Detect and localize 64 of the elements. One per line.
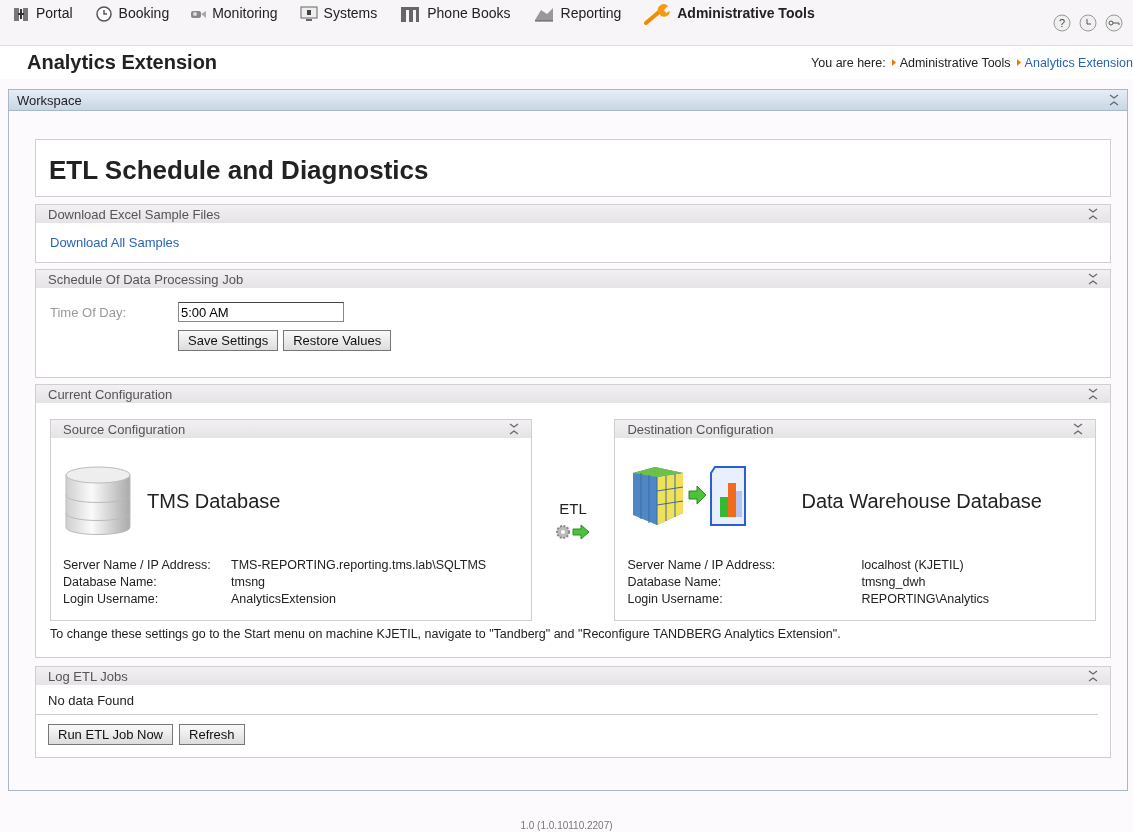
database-name-title: Data Warehouse Database bbox=[801, 489, 1042, 513]
help-icon[interactable]: ? bbox=[1053, 14, 1071, 32]
collapse-icon[interactable] bbox=[1073, 423, 1083, 435]
instruction-text: To change these settings go to the Start menu on machine KJETIL, navigate to "Tandberg" and "Reconfigure TANDBERG Analytics Extension". bbox=[50, 627, 842, 641]
breadcrumb-link[interactable]: Analytics Extension bbox=[1024, 55, 1133, 70]
collapse-icon[interactable] bbox=[1109, 94, 1119, 106]
page-title: Analytics Extension bbox=[27, 51, 218, 74]
section-title: Current Configuration bbox=[48, 386, 173, 402]
caret-icon bbox=[891, 59, 896, 66]
breadcrumb-link[interactable]: Administrative Tools bbox=[899, 55, 1011, 70]
workspace-title: Workspace bbox=[17, 92, 82, 108]
clock-icon bbox=[94, 5, 113, 24]
download-link[interactable]: Download All Samples bbox=[50, 235, 180, 250]
wrench-icon bbox=[643, 3, 672, 26]
collapse-icon[interactable] bbox=[1088, 208, 1098, 220]
field-value: REPORTING\Analytics bbox=[861, 592, 991, 606]
field-label: Server Name / IP Address: bbox=[63, 558, 212, 572]
field-value: localhost (KJETIL) bbox=[861, 558, 965, 572]
nav-tab[interactable]: Portal bbox=[12, 5, 73, 21]
main-title: ETL Schedule and Diagnostics bbox=[35, 139, 1111, 197]
panel-title: Destination Configuration bbox=[627, 421, 774, 437]
book-icon bbox=[399, 5, 422, 24]
database-name-title: TMS Database bbox=[147, 489, 281, 513]
key-icon[interactable] bbox=[1105, 14, 1123, 32]
nav-tab[interactable]: Systems bbox=[299, 5, 378, 21]
breadcrumb-label: You are here: bbox=[811, 55, 886, 70]
panel-title: Source Configuration bbox=[63, 421, 186, 437]
field-label: Server Name / IP Address: bbox=[627, 558, 777, 572]
time-field[interactable]: 5:00 AM bbox=[178, 302, 344, 322]
empty-message: No data Found bbox=[36, 685, 1098, 715]
field-value: TMS-REPORTING.reporting.tms.lab\SQLTMS bbox=[231, 558, 488, 572]
action-button[interactable]: Restore Values bbox=[283, 330, 392, 351]
field-label: Database Name: bbox=[63, 575, 158, 589]
section-title: Download Excel Sample Files bbox=[48, 206, 220, 222]
field-label: Time Of Day: bbox=[50, 304, 128, 320]
field-label: Login Username: bbox=[627, 592, 724, 606]
action-button[interactable]: Refresh bbox=[179, 724, 245, 745]
section-title: Log ETL Jobs bbox=[48, 668, 128, 684]
action-button[interactable]: Run ETL Job Now bbox=[48, 724, 173, 745]
nav-tab[interactable]: Booking bbox=[94, 5, 170, 21]
nav-tab[interactable]: Monitoring bbox=[191, 5, 278, 21]
field-value: AnalyticsExtension bbox=[231, 592, 337, 606]
section-title: Schedule Of Data Processing Job bbox=[48, 271, 244, 287]
database-icon bbox=[63, 465, 133, 537]
field-label: Database Name: bbox=[627, 575, 723, 589]
collapse-icon[interactable] bbox=[1088, 670, 1098, 682]
field-label: Login Username: bbox=[63, 592, 160, 606]
version-text: 1.0 (1.0.10110.2207) bbox=[519, 820, 614, 831]
camera-icon bbox=[191, 10, 207, 18]
field-value: tmsng_dwh bbox=[861, 575, 927, 589]
field-value: tmsng bbox=[231, 575, 267, 589]
caret-icon bbox=[1016, 59, 1021, 66]
collapse-icon[interactable] bbox=[508, 423, 519, 435]
collapse-icon[interactable] bbox=[1088, 273, 1098, 285]
portal-icon bbox=[12, 5, 30, 24]
gear-arrow-icon bbox=[555, 522, 591, 541]
nav-tab[interactable]: Reporting bbox=[532, 5, 622, 21]
etl-label: ETL bbox=[559, 499, 587, 517]
monitor-icon bbox=[299, 5, 318, 24]
nav-tab[interactable]: Phone Books bbox=[399, 5, 511, 21]
collapse-icon[interactable] bbox=[1088, 388, 1098, 400]
clock-icon[interactable] bbox=[1079, 14, 1097, 32]
action-button[interactable]: Save Settings bbox=[178, 330, 279, 351]
nav-tab[interactable]: Administrative Tools bbox=[643, 5, 815, 21]
